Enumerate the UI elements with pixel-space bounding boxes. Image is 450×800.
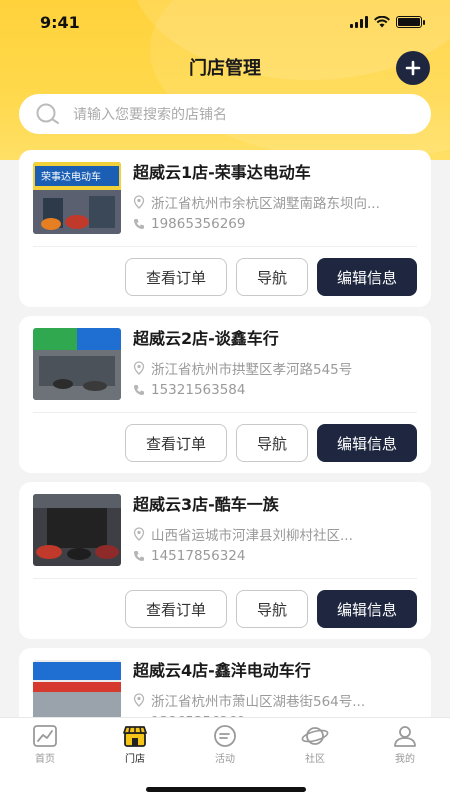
location-pin-icon [133,195,145,209]
store-card[interactable]: 超威云3店-酷车一族 山西省运城市河津县刘柳村社区... 14517856324… [19,482,431,639]
divider [33,246,417,247]
page-title: 门店管理 [189,58,261,79]
status-time: 9:41 [40,12,80,32]
planet-icon [301,727,329,745]
wifi-icon [374,16,390,28]
navigate-button[interactable]: 导航 [236,590,308,628]
store-name: 超威云1店-荣事达电动车 [133,163,311,182]
search-icon [36,103,59,124]
store-phone: 14517856324 [151,548,246,564]
store-card[interactable]: 荣事达电动车 超威云1店-荣事达电动车 浙江省杭州市余杭区湖墅南路东坝向... … [19,150,431,307]
store-photo: 荣事达电动车 [33,162,121,234]
store-address: 浙江省杭州市拱墅区孝河路545号 [151,362,353,378]
divider [33,412,417,413]
location-pin-icon [133,361,145,375]
signal-icon [350,16,368,28]
tab-label: 社区 [305,754,325,765]
view-orders-button[interactable]: 查看订单 [125,258,227,296]
home-indicator [146,787,306,792]
store-address: 山西省运城市河津县刘柳村社区... [151,528,353,544]
store-name: 超威云2店-谈鑫车行 [133,329,279,348]
store-photo [33,328,121,400]
store-address: 浙江省杭州市萧山区湖巷街564号... [151,694,366,710]
navigate-button[interactable]: 导航 [236,258,308,296]
store-name: 超威云3店-酷车一族 [133,495,279,514]
store-card[interactable]: 超威云2店-谈鑫车行 浙江省杭州市拱墅区孝河路545号 15321563584 … [19,316,431,473]
tab-label: 我的 [395,754,415,765]
tab-store[interactable]: 门店 [108,724,162,765]
location-pin-icon [133,527,145,541]
search-placeholder: 请输入您要搜索的店铺名 [73,107,227,123]
status-bar: 9:41 [0,0,450,44]
store-phone: 15321563584 [151,382,246,398]
search-input[interactable]: 请输入您要搜索的店铺名 [19,94,431,134]
svg-text:荣事达电动车: 荣事达电动车 [41,170,101,183]
edit-info-button[interactable]: 编辑信息 [317,258,417,296]
user-icon [394,726,416,747]
tab-community[interactable]: 社区 [288,724,342,765]
tab-label: 活动 [215,754,235,765]
tab-label: 首页 [35,754,55,765]
store-list: 荣事达电动车 超威云1店-荣事达电动车 浙江省杭州市余杭区湖墅南路东坝向... … [19,150,431,800]
phone-icon [134,385,144,395]
phone-icon [134,551,144,561]
tab-label: 门店 [125,754,145,765]
store-name: 超威云4店-鑫洋电动车行 [133,661,311,680]
view-orders-button[interactable]: 查看订单 [125,590,227,628]
tab-home[interactable]: 首页 [18,724,72,765]
store-icon [123,726,147,747]
add-store-button[interactable] [396,51,430,85]
store-photo [33,494,121,566]
tab-mine[interactable]: 我的 [378,724,432,765]
edit-info-button[interactable]: 编辑信息 [317,590,417,628]
navigate-button[interactable]: 导航 [236,424,308,462]
chart-icon [33,725,57,747]
battery-icon [396,16,425,28]
view-orders-button[interactable]: 查看订单 [125,424,227,462]
location-pin-icon [133,693,145,707]
phone-icon [134,219,144,229]
store-address: 浙江省杭州市余杭区湖墅南路东坝向... [151,196,380,212]
store-phone: 19865356269 [151,216,246,232]
edit-info-button[interactable]: 编辑信息 [317,424,417,462]
plus-icon [405,60,421,76]
tab-activity[interactable]: 活动 [198,724,252,765]
divider [33,578,417,579]
activity-icon [214,725,236,747]
